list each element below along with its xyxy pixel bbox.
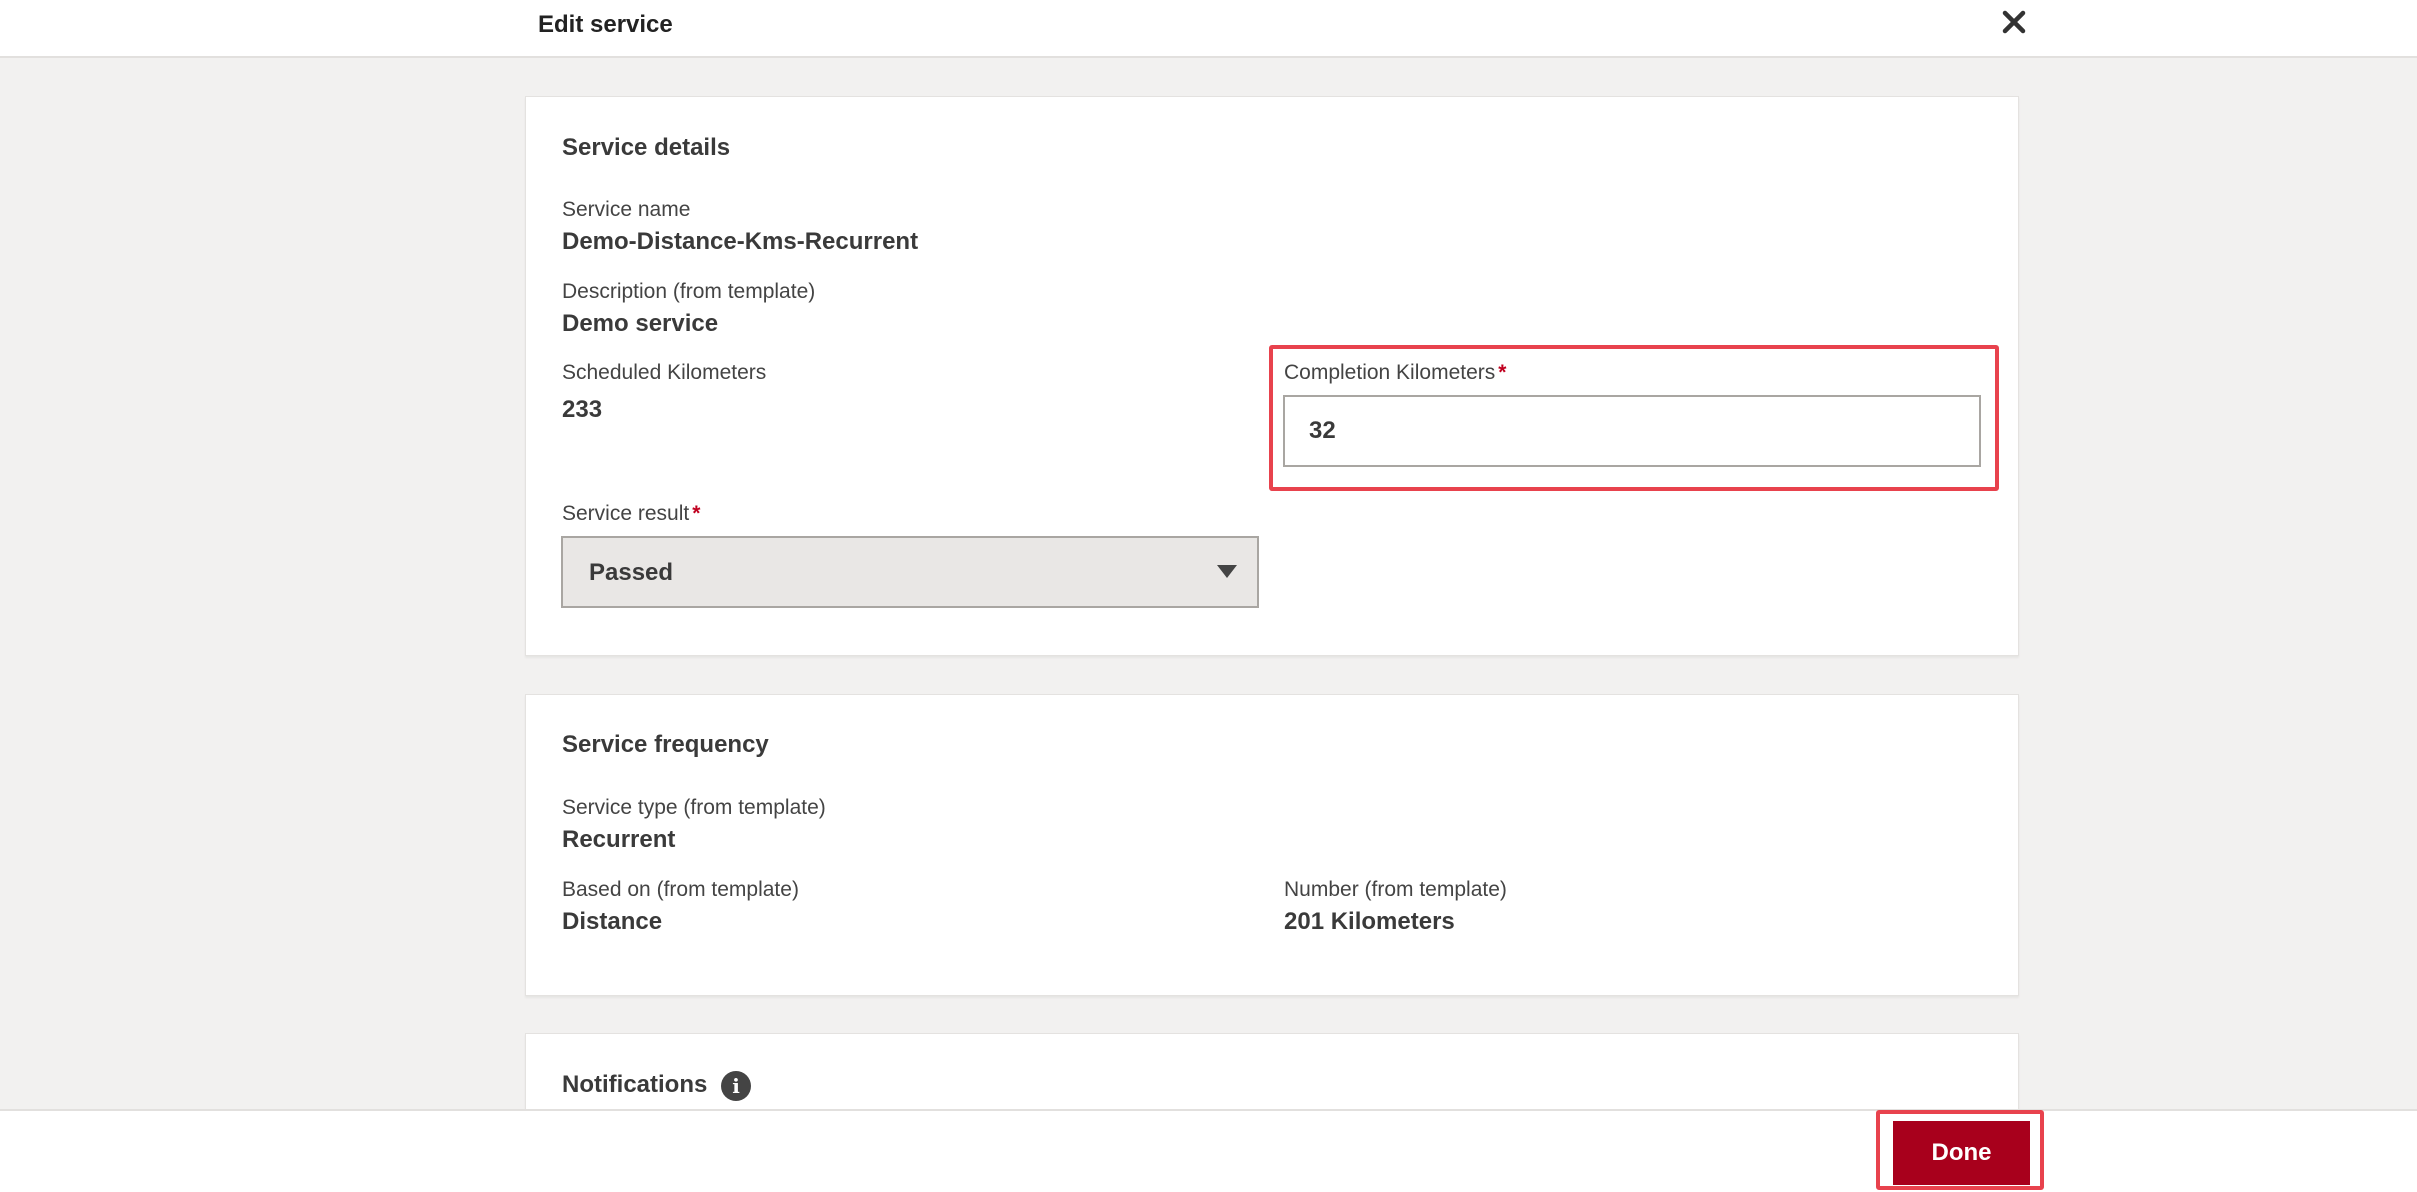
number-label: Number (from template) <box>1284 878 1507 901</box>
dialog-footer <box>0 1109 2417 1192</box>
scheduled-km-label: Scheduled Kilometers <box>562 361 767 384</box>
section-title-service-details: Service details <box>562 134 731 161</box>
service-name-value: Demo-Distance-Kms-Recurrent <box>562 228 919 255</box>
close-button[interactable] <box>1998 6 2030 38</box>
section-title-service-frequency: Service frequency <box>562 731 769 758</box>
close-icon <box>2002 10 2026 34</box>
description-value: Demo service <box>562 310 719 337</box>
service-type-label: Service type (from template) <box>562 796 826 819</box>
scheduled-km-value: 233 <box>562 396 603 423</box>
completion-km-label: Completion Kilometers * <box>1284 361 1506 385</box>
service-result-label-text: Service result <box>562 502 690 525</box>
service-name-label: Service name <box>562 198 691 221</box>
service-details-card: Service details Service name Demo-Distan… <box>525 96 2019 656</box>
service-type-value: Recurrent <box>562 826 676 853</box>
number-value: 201 Kilometers <box>1284 908 1455 935</box>
section-title-notifications: Notifications <box>562 1071 708 1098</box>
service-result-label: Service result * <box>562 502 700 526</box>
service-result-select[interactable]: Passed <box>561 536 1259 608</box>
completion-km-input[interactable] <box>1283 395 1981 467</box>
info-icon[interactable]: i <box>721 1071 751 1101</box>
based-on-value: Distance <box>562 908 663 935</box>
chevron-down-icon <box>1217 565 1237 578</box>
dialog-title: Edit service <box>538 11 673 38</box>
based-on-label: Based on (from template) <box>562 878 799 901</box>
description-label: Description (from template) <box>562 280 816 303</box>
done-button[interactable]: Done <box>1893 1121 2030 1185</box>
completion-km-label-text: Completion Kilometers <box>1284 361 1496 384</box>
service-frequency-card: Service frequency Service type (from tem… <box>525 694 2019 996</box>
required-marker: * <box>692 502 701 525</box>
service-result-selected-value: Passed <box>589 559 674 586</box>
required-marker: * <box>1498 361 1507 384</box>
notifications-card: Notifications i <box>525 1033 2019 1113</box>
dialog-header: Edit service <box>0 0 2417 58</box>
